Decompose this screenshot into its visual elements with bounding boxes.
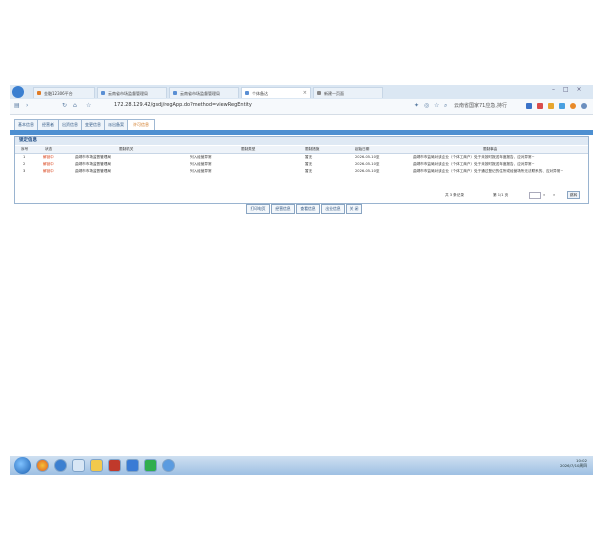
extension-icon[interactable]	[526, 103, 532, 109]
search-hint[interactable]: 云南省国家71应急,持行	[454, 102, 507, 109]
status-badge: 解锁中	[43, 155, 54, 159]
close-window-icon[interactable]: ×	[577, 86, 582, 93]
col-header: 限制类型	[241, 147, 256, 151]
menu-icon[interactable]	[581, 103, 587, 109]
table-row[interactable]: 2 解锁中 曲靖市市场监督管理局 列入经营异常 暂无 2026-05-10至 曲…	[15, 162, 588, 168]
close-button[interactable]: 关 闭	[346, 204, 362, 214]
browser-tab-0[interactable]: 金融12306平台	[33, 87, 95, 98]
panel-title: 锁定信息	[15, 137, 588, 145]
refresh-icon[interactable]: ↻	[62, 102, 67, 109]
maximize-icon[interactable]: □	[563, 86, 569, 93]
forward-icon[interactable]: ›	[26, 102, 28, 109]
app-icon[interactable]	[126, 459, 139, 472]
lock-info-panel: 锁定信息 序号 状态 限制机关 限制类型 限制措施 起始日期 限制事由 1 解锁…	[14, 136, 589, 204]
site-icon	[37, 91, 41, 95]
browser-tab-3[interactable]: 个体备达 ×	[241, 87, 311, 98]
browser-tab-2[interactable]: 云南省市场监督管理局	[169, 87, 239, 98]
output-info-button[interactable]: 出业信息	[321, 204, 345, 214]
col-header: 状态	[45, 147, 53, 151]
taskbar: 10:02 2026/7/10周四	[10, 456, 593, 475]
extension-icon[interactable]	[570, 103, 576, 109]
view-info-button[interactable]: 查看信息	[296, 204, 320, 214]
next-icon[interactable]: »	[553, 193, 555, 197]
col-header: 限制事由	[483, 147, 498, 151]
col-header: 起始日期	[355, 147, 370, 151]
url-field[interactable]: 172.28.129.42/gsdj/regApp.do?method=view…	[114, 102, 252, 108]
folder-icon[interactable]	[72, 459, 85, 472]
chrome-icon[interactable]	[36, 459, 49, 472]
clock-date: 2026/7/10周四	[559, 463, 587, 468]
minimize-icon[interactable]: –	[552, 86, 555, 93]
status-badge: 解锁中	[43, 162, 54, 166]
page-indicator: 第 1/1 页	[493, 193, 509, 197]
record-count: 共 3 条记录	[445, 193, 464, 197]
site-icon	[245, 91, 249, 95]
browser-tab-4[interactable]: 新建一页面	[313, 87, 383, 98]
star-icon[interactable]: ☆	[434, 102, 439, 109]
browser-logo-icon	[12, 86, 24, 98]
col-header: 序号	[21, 147, 29, 151]
site-icon	[173, 91, 177, 95]
home-icon[interactable]: ⌂	[73, 102, 77, 109]
search-icon[interactable]: ⌕	[444, 102, 447, 110]
extension-icon[interactable]	[548, 103, 554, 109]
start-button[interactable]	[14, 457, 31, 474]
address-bar: ▤ › ↻ ⌂ ☆ 172.28.129.42/gsdj/regApp.do?m…	[10, 99, 593, 115]
print-button[interactable]: 打印电页	[246, 204, 270, 214]
browser-tabs: 金融12306平台 云南省市场监督管理局 云南省市场监督管理局 个体备达 × 新…	[33, 85, 433, 99]
table-row[interactable]: 3 解锁中 曲靖市市场监督管理局 列入经营异常 暂无 2026-05-10至 曲…	[15, 169, 588, 175]
wps-icon[interactable]	[108, 459, 121, 472]
header-band	[10, 130, 593, 135]
business-info-button[interactable]: 经营信息	[271, 204, 295, 214]
table-header: 序号 状态 限制机关 限制类型 限制措施 起始日期 限制事由	[15, 146, 588, 154]
col-header: 限制机关	[119, 147, 134, 151]
browser-tab-1[interactable]: 云南省市场监督管理局	[97, 87, 167, 98]
system-tray: 10:02 2026/7/10周四	[560, 458, 587, 468]
extension-icon[interactable]	[559, 103, 565, 109]
bookmark-icon[interactable]: ☆	[86, 102, 91, 109]
page-input[interactable]	[529, 192, 541, 199]
app-content: 基本信息 经营者 出资信息 变更信息 派出备案 许可信息 锁定信息 序号 状态 …	[10, 116, 593, 214]
sidebar-toggle-icon[interactable]: ▤	[14, 102, 20, 109]
col-header: 限制措施	[305, 147, 320, 151]
table-row[interactable]: 1 解锁中 曲靖市市场监督管理局 列入经营异常 暂无 2026-05-10至 曲…	[15, 155, 588, 161]
lightning-icon[interactable]: ✦	[414, 102, 419, 109]
pagination: 共 3 条记录 第 1/1 页 « » 跳转	[15, 191, 588, 199]
app-icon[interactable]	[162, 459, 175, 472]
extension-icon[interactable]	[537, 103, 543, 109]
site-icon	[101, 91, 105, 95]
goto-button[interactable]: 跳转	[567, 191, 581, 199]
close-tab-icon[interactable]: ×	[303, 88, 307, 98]
explorer-icon[interactable]	[90, 459, 103, 472]
wechat-icon[interactable]	[144, 459, 157, 472]
window-controls: – □ ×	[552, 86, 582, 93]
prev-icon[interactable]: «	[543, 193, 545, 197]
browser-icon[interactable]	[54, 459, 67, 472]
shield-icon[interactable]: ◎	[424, 102, 429, 109]
status-badge: 解锁中	[43, 169, 54, 173]
site-icon	[317, 91, 321, 95]
